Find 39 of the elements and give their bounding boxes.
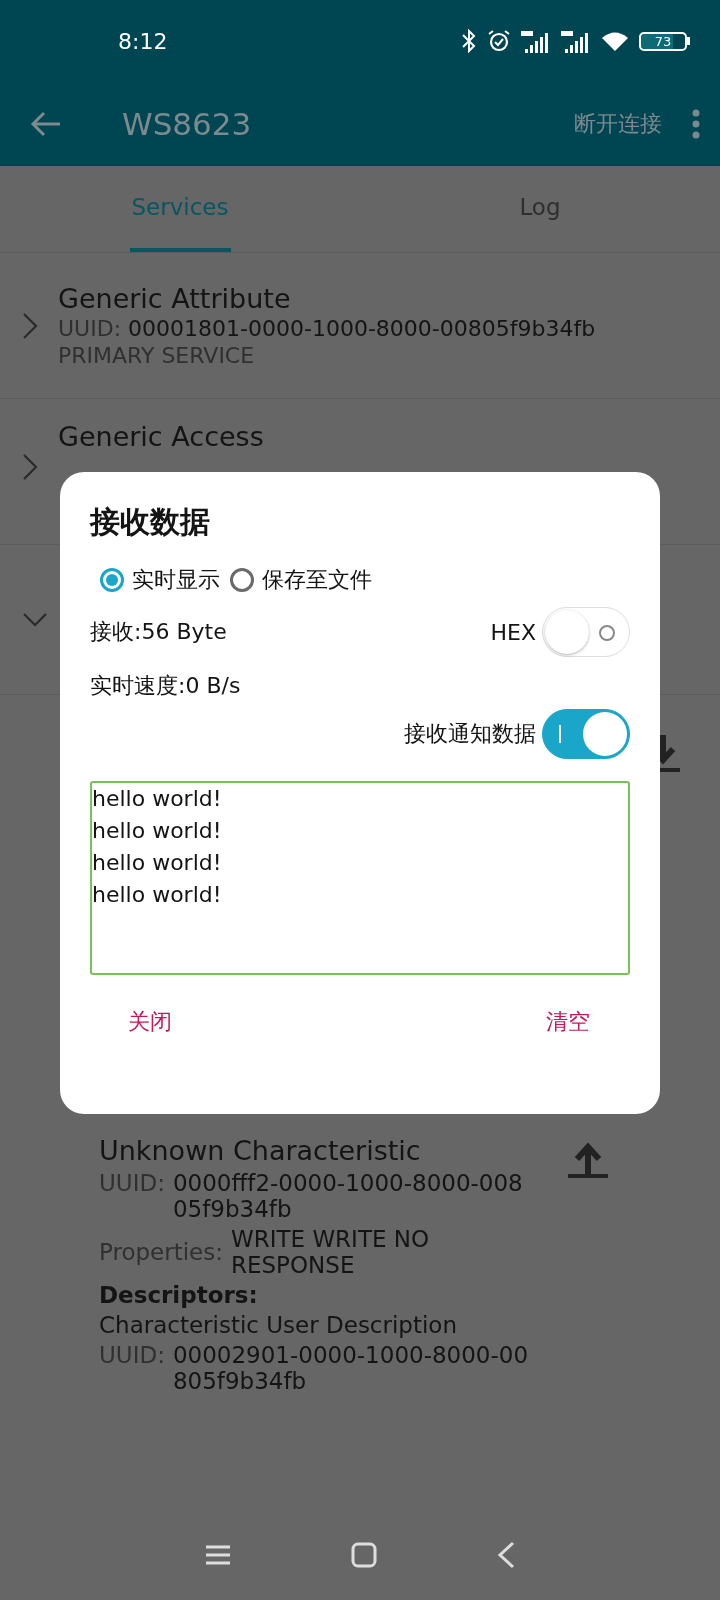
home-icon[interactable] <box>351 1542 377 1568</box>
service-name: Generic Attribute <box>58 283 291 314</box>
mode-radio[interactable]: 保存至文件 <box>230 565 372 595</box>
descriptor-name: Characteristic User Description <box>99 1312 459 1338</box>
status-time: 8:12 <box>118 28 168 54</box>
signal-icon <box>561 29 591 53</box>
characteristic-properties: WRITE WRITE NO RESPONSE <box>231 1226 431 1278</box>
alarm-icon <box>487 29 511 53</box>
service-name: Generic Access <box>58 421 264 452</box>
back-icon[interactable] <box>497 1541 515 1569</box>
battery-icon: 73 <box>639 31 690 51</box>
dialog-button[interactable]: 清空 <box>542 1003 594 1041</box>
descriptors-heading: Descriptors: <box>99 1282 259 1308</box>
chevron-right-icon[interactable] <box>22 453 38 481</box>
received-data-field[interactable]: hello world! hello world! hello world! hello world! <box>90 781 630 975</box>
dialog-button[interactable]: 关闭 <box>124 1003 176 1041</box>
bluetooth-icon <box>461 29 477 53</box>
chevron-down-icon[interactable] <box>22 611 48 628</box>
hex-label: HEX <box>490 619 536 645</box>
mode-radio[interactable]: 实时显示 <box>100 565 220 595</box>
descriptor-uuid: 00002901-0000-1000-8000-00805f9b34fb <box>172 1342 530 1394</box>
menu-icon[interactable] <box>205 1544 231 1566</box>
dialog-title: 接收数据 <box>90 503 211 541</box>
device-title: WS8623 <box>122 106 252 142</box>
characteristic-uuid: 0000fff2-0000-1000-8000-00805f9b34fb <box>172 1170 524 1222</box>
received-count: 接收:56 Byte <box>90 618 227 646</box>
notify-label: 接收通知数据 <box>404 720 536 748</box>
disconnect-button[interactable]: 断开连接 <box>574 109 662 139</box>
more-options-icon[interactable] <box>692 109 700 139</box>
on-bar-icon <box>559 725 562 743</box>
off-ring-icon <box>597 623 617 643</box>
speed-text: 实时速度:0 B/s <box>90 672 242 700</box>
wifi-icon <box>601 30 629 52</box>
hex-switch[interactable] <box>542 607 630 657</box>
signal-icon <box>521 29 551 53</box>
characteristic-name: Unknown Characteristic <box>99 1135 421 1166</box>
back-arrow-icon[interactable] <box>30 110 62 138</box>
notify-switch[interactable] <box>542 709 630 759</box>
chevron-right-icon[interactable] <box>22 311 38 340</box>
